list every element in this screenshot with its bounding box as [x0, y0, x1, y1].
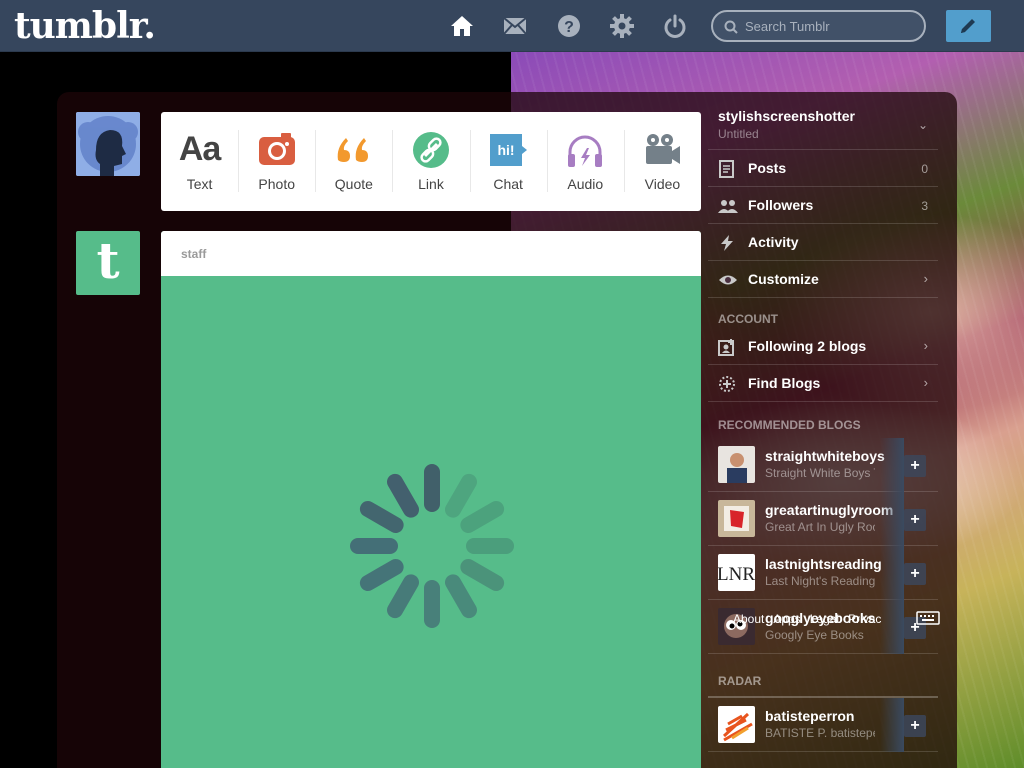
blog-thumbnail: [718, 446, 755, 483]
blog-name: stylishscreenshotter: [718, 108, 855, 124]
svg-text:LNR: LNR: [718, 564, 755, 585]
posts-icon: [718, 160, 738, 178]
search-icon: [724, 20, 738, 34]
follow-button[interactable]: +: [904, 563, 926, 585]
post-type-photo[interactable]: Photo: [238, 112, 315, 211]
blog-title: BATISTE P. batisteper: [765, 726, 875, 740]
staff-avatar[interactable]: t: [76, 231, 140, 295]
blog-thumbnail: [718, 706, 755, 743]
post-type-chat[interactable]: hi! Chat: [469, 112, 547, 211]
sidebar-item-customize[interactable]: Customize ›: [708, 261, 938, 298]
lightning-icon: [718, 234, 738, 252]
top-nav: tumblr. ?: [0, 0, 1024, 52]
post-type-label: Chat: [493, 176, 523, 192]
blog-subtitle: Untitled: [718, 127, 759, 141]
posts-count: 0: [921, 162, 928, 176]
home-icon[interactable]: [449, 13, 475, 39]
text-icon: Aa: [178, 130, 221, 168]
post-type-audio[interactable]: Audio: [546, 112, 624, 211]
footer-link-apps[interactable]: Apps: [773, 612, 800, 626]
blog-title: Googly Eye Books: [765, 628, 864, 642]
quote-icon: [334, 130, 374, 170]
sidebar-item-label: Activity: [748, 234, 799, 250]
search-input[interactable]: [745, 17, 915, 35]
sidebar-item-label: Posts: [748, 160, 787, 176]
following-icon: [718, 338, 738, 356]
link-icon: [411, 130, 451, 170]
list-item[interactable]: googlyeyebooks Googly Eye Books +: [708, 600, 938, 654]
sidebar-item-following[interactable]: Following 2 blogs ›: [708, 328, 938, 365]
followers-count: 3: [921, 199, 928, 213]
sidebar: stylishscreenshotter Untitled ⌄ Posts 0 …: [708, 100, 938, 752]
power-icon[interactable]: [662, 13, 688, 39]
keyboard-icon[interactable]: [916, 611, 940, 630]
footer-link-privacy[interactable]: Privac: [848, 612, 881, 626]
footer-links: About Apps Legal Privac: [733, 612, 881, 626]
chevron-right-icon: ›: [923, 338, 928, 353]
sidebar-item-posts[interactable]: Posts 0: [708, 150, 938, 187]
eye-icon: [718, 271, 738, 289]
account-heading: ACCOUNT: [718, 312, 778, 326]
mail-icon[interactable]: [502, 13, 528, 39]
post-type-label: Text: [186, 176, 213, 192]
sidebar-item-label: Find Blogs: [748, 375, 821, 391]
gear-icon[interactable]: [609, 13, 635, 39]
post-type-quote[interactable]: Quote: [315, 112, 392, 211]
chevron-right-icon: ›: [923, 375, 928, 390]
blog-title: Last Night's Reading: [765, 574, 875, 588]
list-item[interactable]: greatartinuglyroom Great Art In Ugly Roo…: [708, 492, 938, 546]
sidebar-item-label: Customize: [748, 271, 819, 287]
post-type-label: Video: [644, 176, 681, 192]
sidebar-item-followers[interactable]: Followers 3: [708, 187, 938, 224]
follow-button[interactable]: +: [904, 715, 926, 737]
headphones-icon: [565, 130, 605, 170]
chat-icon: hi!: [488, 130, 528, 170]
footer-link-legal[interactable]: Legal: [810, 612, 839, 626]
post-type-label: Audio: [567, 176, 604, 192]
footer-link-about[interactable]: About: [733, 612, 764, 626]
svg-text:hi!: hi!: [498, 142, 515, 158]
pencil-icon: [961, 19, 975, 33]
post-author[interactable]: staff: [161, 231, 701, 276]
sidebar-item-label: Followers: [748, 197, 814, 213]
blog-thumbnail: [718, 500, 755, 537]
blog-title: Straight White Boys Te: [765, 466, 875, 480]
sidebar-item-find-blogs[interactable]: Find Blogs ›: [708, 365, 938, 402]
post-type-label: Link: [418, 176, 444, 192]
followers-icon: [718, 197, 738, 215]
camera-icon: [257, 130, 297, 170]
post-card: staff: [161, 231, 701, 768]
svg-text:?: ?: [564, 19, 574, 36]
loading-spinner-icon: [344, 458, 520, 639]
follow-button[interactable]: +: [904, 509, 926, 531]
radar-heading: RADAR: [708, 654, 938, 698]
chevron-right-icon: ›: [923, 271, 928, 286]
post-type-label: Quote: [334, 176, 373, 192]
post-type-link[interactable]: Link: [392, 112, 469, 211]
list-item[interactable]: LNR lastnightsreading Last Night's Readi…: [708, 546, 938, 600]
post-type-video[interactable]: Video: [623, 112, 701, 211]
blog-thumbnail: LNR: [718, 554, 755, 591]
search-box[interactable]: [711, 10, 926, 42]
help-icon[interactable]: ?: [556, 13, 582, 39]
compose-button[interactable]: [946, 10, 991, 42]
post-type-label: Photo: [258, 176, 295, 192]
blog-switcher[interactable]: stylishscreenshotter Untitled ⌄: [708, 100, 938, 150]
post-type-bar: Aa Text Photo Quote Link hi! Chat Audio: [161, 112, 701, 211]
tumblr-logo[interactable]: tumblr.: [14, 5, 156, 47]
video-camera-icon: [642, 130, 682, 170]
chevron-down-icon: ⌄: [917, 118, 928, 132]
avatar[interactable]: [76, 112, 140, 176]
sidebar-item-label: Following 2 blogs: [748, 338, 867, 354]
blog-title: Great Art In Ugly Room: [765, 520, 875, 534]
sidebar-item-activity[interactable]: Activity: [708, 224, 938, 261]
follow-button[interactable]: +: [904, 455, 926, 477]
compass-icon: [718, 375, 738, 393]
recommended-heading: RECOMMENDED BLOGS: [718, 418, 861, 432]
list-item[interactable]: straightwhiteboys Straight White Boys Te…: [708, 438, 938, 492]
list-item[interactable]: batisteperron BATISTE P. batisteper +: [708, 698, 938, 752]
post-type-text[interactable]: Aa Text: [161, 112, 238, 211]
